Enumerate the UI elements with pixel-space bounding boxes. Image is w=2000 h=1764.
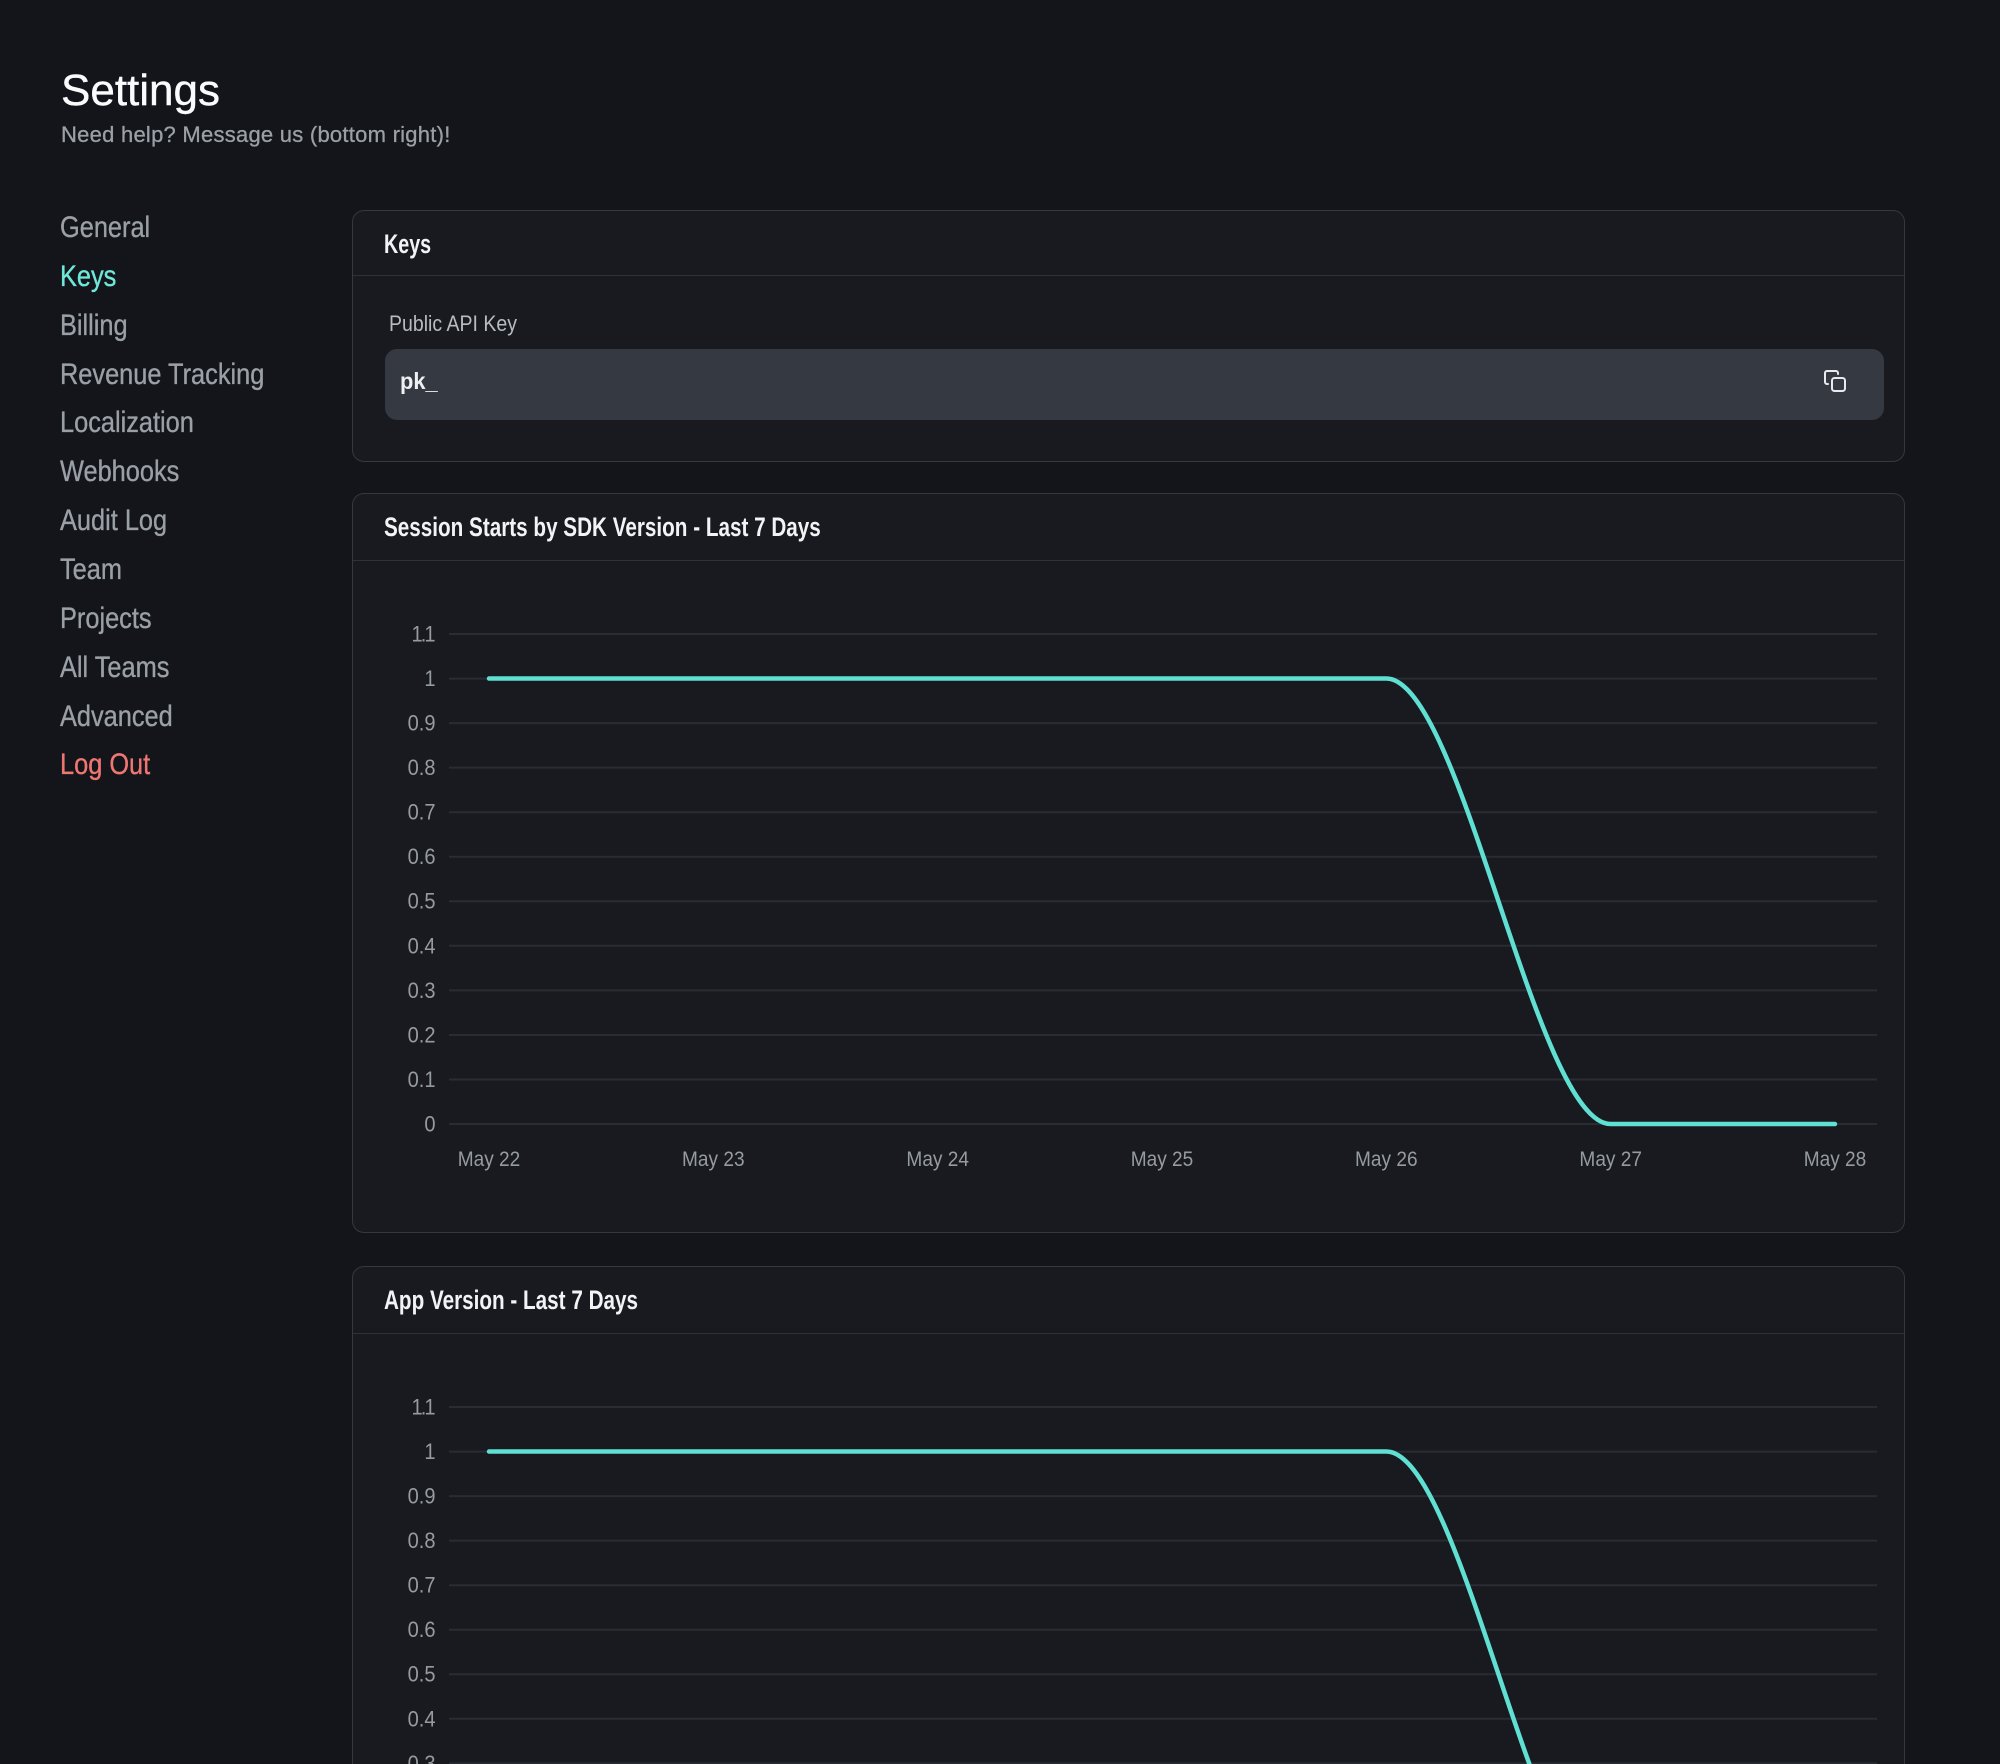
svg-text:0.5: 0.5 — [408, 1663, 436, 1687]
svg-text:0.1: 0.1 — [408, 1068, 436, 1092]
svg-text:0.3: 0.3 — [408, 979, 436, 1003]
svg-text:0.6: 0.6 — [408, 1618, 436, 1642]
svg-text:0.7: 0.7 — [408, 801, 436, 825]
svg-text:May 24: May 24 — [906, 1148, 969, 1171]
svg-text:1: 1 — [424, 667, 435, 691]
svg-text:May 27: May 27 — [1579, 1148, 1642, 1171]
svg-text:0.4: 0.4 — [408, 1707, 436, 1731]
svg-text:May 28: May 28 — [1804, 1148, 1867, 1171]
svg-text:0.8: 0.8 — [408, 756, 436, 780]
svg-text:0.6: 0.6 — [408, 845, 436, 869]
svg-text:May 26: May 26 — [1355, 1148, 1418, 1171]
svg-text:1.1: 1.1 — [412, 1395, 435, 1419]
svg-text:May 25: May 25 — [1131, 1148, 1194, 1171]
svg-text:0.5: 0.5 — [408, 890, 436, 914]
svg-text:0.9: 0.9 — [408, 712, 436, 736]
svg-text:0.3: 0.3 — [408, 1752, 436, 1764]
svg-text:0.9: 0.9 — [408, 1485, 436, 1509]
svg-text:0.8: 0.8 — [408, 1529, 436, 1553]
svg-text:0: 0 — [424, 1113, 435, 1137]
svg-text:0.7: 0.7 — [408, 1574, 436, 1598]
svg-text:0.2: 0.2 — [408, 1023, 436, 1047]
svg-text:May 23: May 23 — [682, 1148, 745, 1171]
svg-text:May 22: May 22 — [458, 1148, 521, 1171]
svg-text:0.4: 0.4 — [408, 934, 436, 958]
svg-text:1.1: 1.1 — [412, 622, 435, 646]
svg-text:1: 1 — [424, 1440, 435, 1464]
